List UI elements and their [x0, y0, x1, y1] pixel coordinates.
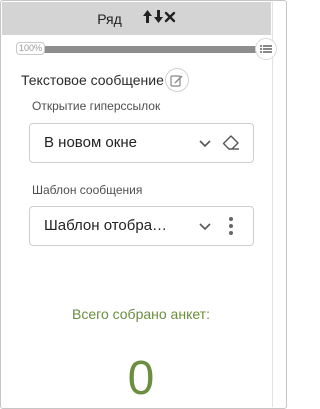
- question-title-row: Текстовое сообщение: [21, 68, 189, 92]
- total-responses-count: 0: [127, 352, 155, 405]
- chevron-down-icon[interactable]: [197, 135, 213, 151]
- link-opening-select[interactable]: В новом окне: [29, 123, 254, 163]
- move-up-icon[interactable]: [142, 9, 153, 28]
- progress-label: 100%: [16, 42, 46, 55]
- progress-indicator: 100%: [16, 38, 277, 60]
- move-down-icon[interactable]: [153, 9, 164, 28]
- header-actions: [142, 9, 176, 28]
- link-opening-label: Открытие гиперссылок: [32, 99, 161, 113]
- pencil-edit-icon[interactable]: [164, 68, 189, 92]
- close-icon[interactable]: [164, 11, 176, 27]
- more-vertical-icon[interactable]: [221, 216, 241, 236]
- total-responses-label: Всего собрано анкет:: [72, 306, 210, 322]
- message-template-label: Шаблон сообщения: [32, 183, 143, 197]
- link-opening-value: В новом окне: [44, 134, 137, 151]
- progress-toggle-button[interactable]: [255, 38, 277, 60]
- progress-bar: [18, 46, 268, 53]
- list-icon: [260, 45, 272, 53]
- panel-header: Ряд: [2, 2, 271, 35]
- message-template-value: Шаблон отобра…: [44, 217, 168, 234]
- scrollbar[interactable]: [272, 2, 286, 407]
- panel-title: Ряд: [97, 10, 122, 27]
- question-title: Текстовое сообщение: [21, 72, 164, 88]
- row-panel: Ряд 100% Текстовое сообщение Открытие ги…: [0, 0, 287, 409]
- eraser-icon[interactable]: [221, 133, 241, 153]
- chevron-down-icon[interactable]: [197, 218, 213, 234]
- message-template-select[interactable]: Шаблон отобра…: [29, 206, 254, 246]
